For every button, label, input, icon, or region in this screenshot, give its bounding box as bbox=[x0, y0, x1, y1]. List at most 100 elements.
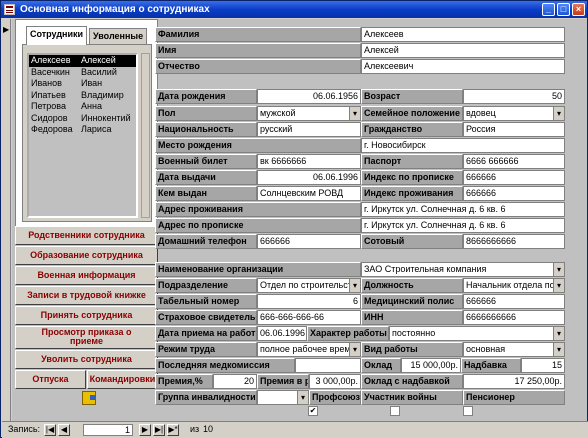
birth-field[interactable]: 06.06.1956 bbox=[257, 89, 361, 104]
passport-field[interactable]: 6666 666666 bbox=[463, 154, 565, 169]
patronymic-label: Отчество bbox=[155, 59, 361, 74]
list-surname: Федорова bbox=[31, 124, 73, 134]
citizen-label: Гражданство bbox=[361, 122, 463, 137]
total-salary-field[interactable]: 17 250,00р. bbox=[463, 374, 565, 389]
citizen-field[interactable]: Россия bbox=[463, 122, 565, 137]
first-record-button[interactable]: |◀ bbox=[44, 424, 56, 436]
department-select[interactable]: Отдел по строительст bbox=[257, 278, 361, 293]
list-item[interactable]: Ипатьев Владимир bbox=[29, 90, 136, 102]
premium-pct-field[interactable]: 20 bbox=[213, 374, 257, 389]
work-mode-select[interactable]: полное рабочее врем bbox=[257, 342, 361, 357]
list-item[interactable]: Сидоров Иннокентий bbox=[29, 113, 136, 125]
org-select[interactable]: ЗАО Строительная компания bbox=[361, 262, 565, 277]
reg-address-field[interactable]: г. Иркутск ул. Солнечная д. 6 кв. 6 bbox=[361, 218, 565, 233]
tab-dismissed[interactable]: Уволенные bbox=[89, 28, 148, 45]
live-index-field[interactable]: 666666 bbox=[463, 186, 565, 201]
employee-listbox[interactable]: Алексеев Алексей Васечкин Василий Иванов Иван… bbox=[27, 53, 138, 218]
reg-index-field[interactable]: 666666 bbox=[463, 170, 565, 185]
employee-form: Сотрудники Уволенные Алексеев Алексей Васе… bbox=[12, 19, 587, 421]
birthplace-label: Место рождения bbox=[155, 138, 361, 153]
list-scrollbar[interactable] bbox=[141, 53, 150, 218]
workbook-button[interactable]: Записи в трудовой книжке bbox=[15, 286, 158, 305]
hire-date-field[interactable]: 06.06.1996 bbox=[257, 326, 307, 341]
last-record-button[interactable]: ▶| bbox=[153, 424, 165, 436]
list-item[interactable]: Иванов Иван bbox=[29, 78, 136, 90]
position-select[interactable]: Начальник отдела по стр bbox=[463, 278, 565, 293]
mobile-field[interactable]: 8666666666 bbox=[463, 234, 565, 249]
veteran-checkbox[interactable] bbox=[390, 406, 400, 416]
insurance-label: Страховое свидетельство bbox=[155, 310, 257, 325]
list-item[interactable]: Петрова Анна bbox=[29, 101, 136, 113]
live-address-field[interactable]: г. Иркутск ул. Солнечная д. 6 кв. 6 bbox=[361, 202, 565, 217]
issue-date-field[interactable]: 06.06.1996 bbox=[257, 170, 361, 185]
tab-number-field[interactable]: 6 bbox=[257, 294, 361, 309]
view-order-button[interactable]: Просмотр приказа о приеме bbox=[15, 326, 158, 349]
nation-label: Национальность bbox=[155, 122, 257, 137]
list-surname: Ипатьев bbox=[31, 89, 66, 100]
new-record-button[interactable]: ▶* bbox=[167, 424, 179, 436]
prev-record-button[interactable]: ◀ bbox=[58, 424, 70, 436]
work-nature-select[interactable]: постоянно bbox=[389, 326, 565, 341]
premium-rub-field[interactable]: 3 000,00р. bbox=[309, 374, 361, 389]
list-firstname: Лариса bbox=[81, 124, 112, 134]
surname-field[interactable]: Алексеев bbox=[361, 27, 565, 42]
sex-select[interactable]: мужской bbox=[257, 106, 361, 121]
record-label: Запись: bbox=[8, 424, 41, 434]
live-index-label: Индекс проживания bbox=[361, 186, 463, 201]
inn-field[interactable]: 6666666666 bbox=[463, 310, 565, 325]
position-label: Должность bbox=[361, 278, 463, 293]
disability-select[interactable] bbox=[257, 390, 309, 405]
record-selector[interactable]: ▶ bbox=[2, 19, 11, 421]
salary-field[interactable]: 15 000,00р. bbox=[401, 358, 461, 373]
salary-label: Оклад bbox=[361, 358, 401, 373]
list-item[interactable]: Васечкин Василий bbox=[29, 67, 136, 79]
list-item[interactable]: Федорова Лариса bbox=[29, 124, 136, 136]
military-id-label: Военный билет bbox=[155, 154, 257, 169]
tab-employees[interactable]: Сотрудники bbox=[26, 26, 88, 45]
list-surname: Иванов bbox=[31, 78, 62, 88]
sex-label: Пол bbox=[155, 106, 257, 121]
maximize-button[interactable]: □ bbox=[557, 3, 570, 16]
home-phone-field[interactable]: 666666 bbox=[257, 234, 361, 249]
military-button[interactable]: Военная информация bbox=[15, 266, 158, 285]
relatives-button[interactable]: Родственники сотрудника bbox=[15, 226, 158, 245]
list-surname: Васечкин bbox=[31, 66, 70, 77]
work-type-select[interactable]: основная bbox=[463, 342, 565, 357]
nation-field[interactable]: русский bbox=[257, 122, 361, 137]
issued-by-label: Кем выдан bbox=[155, 186, 257, 201]
union-checkbox[interactable]: ✔ bbox=[308, 406, 318, 416]
family-select[interactable]: вдовец bbox=[463, 106, 565, 121]
pensioner-label: Пенсионер bbox=[463, 390, 565, 405]
next-record-button[interactable]: ▶ bbox=[139, 424, 151, 436]
exit-icon[interactable] bbox=[82, 391, 96, 405]
vacation-button[interactable]: Отпуска bbox=[15, 370, 86, 389]
list-item[interactable]: Алексеев Алексей bbox=[29, 55, 136, 67]
patronymic-field[interactable]: Алексеевич bbox=[361, 59, 565, 74]
work-type-label: Вид работы bbox=[361, 342, 463, 357]
fire-button[interactable]: Уволить сотрудника bbox=[15, 350, 158, 369]
name-field[interactable]: Алексей bbox=[361, 43, 565, 58]
medcheck-field[interactable] bbox=[295, 358, 361, 373]
bonus-field[interactable]: 15 bbox=[521, 358, 565, 373]
close-button[interactable]: × bbox=[572, 3, 585, 16]
title-bar[interactable]: Основная информация о сотрудниках _ □ × bbox=[1, 1, 587, 18]
education-button[interactable]: Образование сотрудника bbox=[15, 246, 158, 265]
med-policy-field[interactable]: 666666 bbox=[463, 294, 565, 309]
trips-button[interactable]: Командировки bbox=[87, 370, 158, 389]
passport-label: Паспорт bbox=[361, 154, 463, 169]
birthplace-field[interactable]: г. Новосибирск bbox=[361, 138, 565, 153]
department-label: Подразделение bbox=[155, 278, 257, 293]
military-id-field[interactable]: вк 6666666 bbox=[257, 154, 361, 169]
surname-label: Фамилия bbox=[155, 27, 361, 42]
veteran-label: Участник войны bbox=[361, 390, 463, 405]
hire-date-label: Дата приема на работу bbox=[155, 326, 257, 341]
insurance-field[interactable]: 666-666-666-66 bbox=[257, 310, 361, 325]
age-field[interactable]: 50 bbox=[463, 89, 565, 104]
pensioner-checkbox[interactable] bbox=[463, 406, 473, 416]
premium-pct-label: Премия,% bbox=[155, 374, 213, 389]
current-record-field[interactable]: 1 bbox=[83, 424, 133, 436]
minimize-button[interactable]: _ bbox=[542, 3, 555, 16]
hire-button[interactable]: Принять сотрудника bbox=[15, 306, 158, 325]
issued-by-field[interactable]: Солнцевским РОВД bbox=[257, 186, 361, 201]
list-firstname: Иннокентий bbox=[81, 112, 131, 123]
